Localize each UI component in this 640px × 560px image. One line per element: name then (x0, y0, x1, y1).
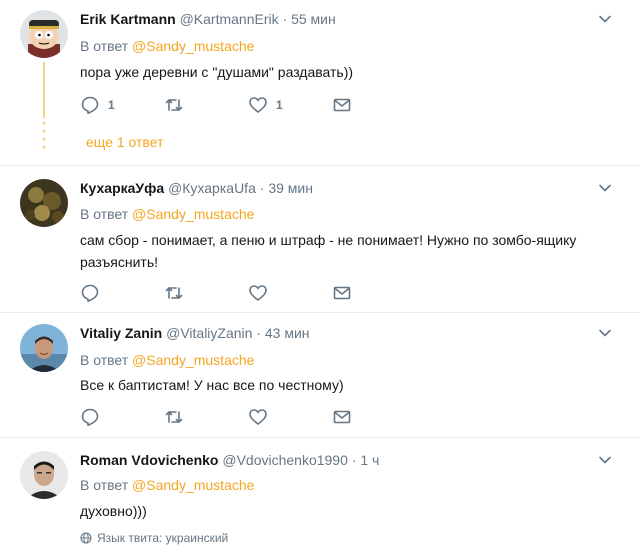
chevron-down-icon[interactable] (598, 453, 612, 467)
like-button[interactable]: 1 (248, 95, 283, 115)
chevron-down-icon[interactable] (598, 181, 612, 195)
separator-dot: · (259, 180, 265, 196)
separator-dot: · (351, 452, 357, 468)
tweet-text: Все к баптистам! У нас все по честному) (80, 377, 344, 393)
tweet-text: сам сбор - понимает, а пеню и штраф - не… (80, 232, 577, 270)
tweet-text: пора уже деревни с "душами" раздавать)) (80, 64, 354, 80)
display-name[interactable]: КухаркаУфа (80, 180, 164, 196)
language-label: Язык твита: украинский (97, 531, 229, 545)
globe-icon (80, 532, 92, 544)
mention-link[interactable]: @Sandy_mustache (132, 352, 254, 368)
direct-message-button[interactable] (332, 283, 352, 303)
reply-prefix: В ответ (80, 38, 129, 54)
reply-icon (81, 408, 99, 426)
tweet-header: КухаркаУфа @КухаркаUfa · 39 мин (80, 179, 313, 197)
show-more-replies-link[interactable]: еще 1 ответ (86, 133, 163, 151)
tweet-header: Roman Vdovichenko @Vdovichenko1990 · 1 ч (80, 451, 379, 469)
tweet-erik-kartmann[interactable]: Erik Kartmann @KartmannErik · 55 мин В о… (0, 0, 640, 166)
display-name[interactable]: Vitaliy Zanin (80, 325, 162, 341)
retweet-button[interactable] (164, 407, 192, 427)
mention-link[interactable]: @Sandy_mustache (132, 38, 254, 54)
message-icon (333, 410, 351, 424)
reply-context: В ответ @Sandy_mustache (80, 205, 254, 223)
message-icon (333, 286, 351, 300)
user-handle[interactable]: @КухаркаUfa (168, 180, 256, 196)
tweet-kukharka-ufa[interactable]: КухаркаУфа @КухаркаUfa · 39 мин В ответ … (0, 167, 640, 313)
avatar[interactable] (20, 324, 68, 372)
reply-button[interactable] (80, 407, 108, 427)
display-name[interactable]: Erik Kartmann (80, 11, 176, 27)
timestamp[interactable]: 55 мин (291, 11, 336, 27)
tweet-text: духовно))) (80, 503, 147, 519)
tweet-actions: 1 1 (80, 95, 380, 115)
avatar[interactable] (20, 451, 68, 499)
reply-icon (81, 284, 99, 302)
retweet-button[interactable] (164, 283, 192, 303)
display-name[interactable]: Roman Vdovichenko (80, 452, 218, 468)
user-handle[interactable]: @KartmannErik (180, 11, 279, 27)
reply-context: В ответ @Sandy_mustache (80, 37, 254, 55)
like-icon (249, 409, 267, 425)
tweet-header: Erik Kartmann @KartmannErik · 55 мин (80, 10, 336, 28)
retweet-button[interactable] (164, 95, 192, 115)
tweet-roman-vdovichenko[interactable]: Roman Vdovichenko @Vdovichenko1990 · 1 ч… (0, 439, 640, 560)
timestamp[interactable]: 43 мин (265, 325, 310, 341)
chevron-down-icon[interactable] (598, 12, 612, 26)
reply-button[interactable]: 1 (80, 95, 115, 115)
timestamp[interactable]: 1 ч (360, 452, 379, 468)
tweet-vitaliy-zanin[interactable]: Vitaliy Zanin @VitaliyZanin · 43 мин В о… (0, 314, 640, 438)
chevron-down-icon[interactable] (598, 326, 612, 340)
tweet-header: Vitaliy Zanin @VitaliyZanin · 43 мин (80, 324, 310, 342)
like-icon (249, 97, 267, 113)
like-count: 1 (276, 98, 283, 112)
like-button[interactable] (248, 407, 276, 427)
user-handle[interactable]: @VitaliyZanin (166, 325, 252, 341)
reply-prefix: В ответ (80, 352, 129, 368)
like-icon (249, 285, 267, 301)
retweet-icon (165, 99, 183, 111)
like-button[interactable] (248, 283, 276, 303)
user-handle[interactable]: @Vdovichenko1990 (222, 452, 348, 468)
retweet-icon (165, 411, 183, 423)
reply-context: В ответ @Sandy_mustache (80, 351, 254, 369)
direct-message-button[interactable] (332, 95, 352, 115)
reply-prefix: В ответ (80, 206, 129, 222)
reply-count: 1 (108, 98, 115, 112)
separator-dot: · (256, 325, 261, 341)
direct-message-button[interactable] (332, 407, 352, 427)
timestamp[interactable]: 39 мин (268, 180, 313, 196)
reply-context: В ответ @Sandy_mustache (80, 476, 254, 494)
separator-dot: · (282, 11, 288, 27)
tweet-actions (80, 283, 380, 303)
message-icon (333, 98, 351, 112)
reply-icon (81, 96, 99, 114)
mention-link[interactable]: @Sandy_mustache (132, 477, 254, 493)
tweet-actions (80, 407, 380, 427)
tweet-language-note[interactable]: Язык твита: украинский (80, 531, 228, 545)
avatar[interactable] (20, 10, 68, 58)
thread-dots (42, 121, 46, 149)
retweet-icon (165, 287, 183, 299)
mention-link[interactable]: @Sandy_mustache (132, 206, 254, 222)
avatar[interactable] (20, 179, 68, 227)
thread-connector (43, 62, 45, 118)
reply-button[interactable] (80, 283, 108, 303)
reply-prefix: В ответ (80, 477, 129, 493)
